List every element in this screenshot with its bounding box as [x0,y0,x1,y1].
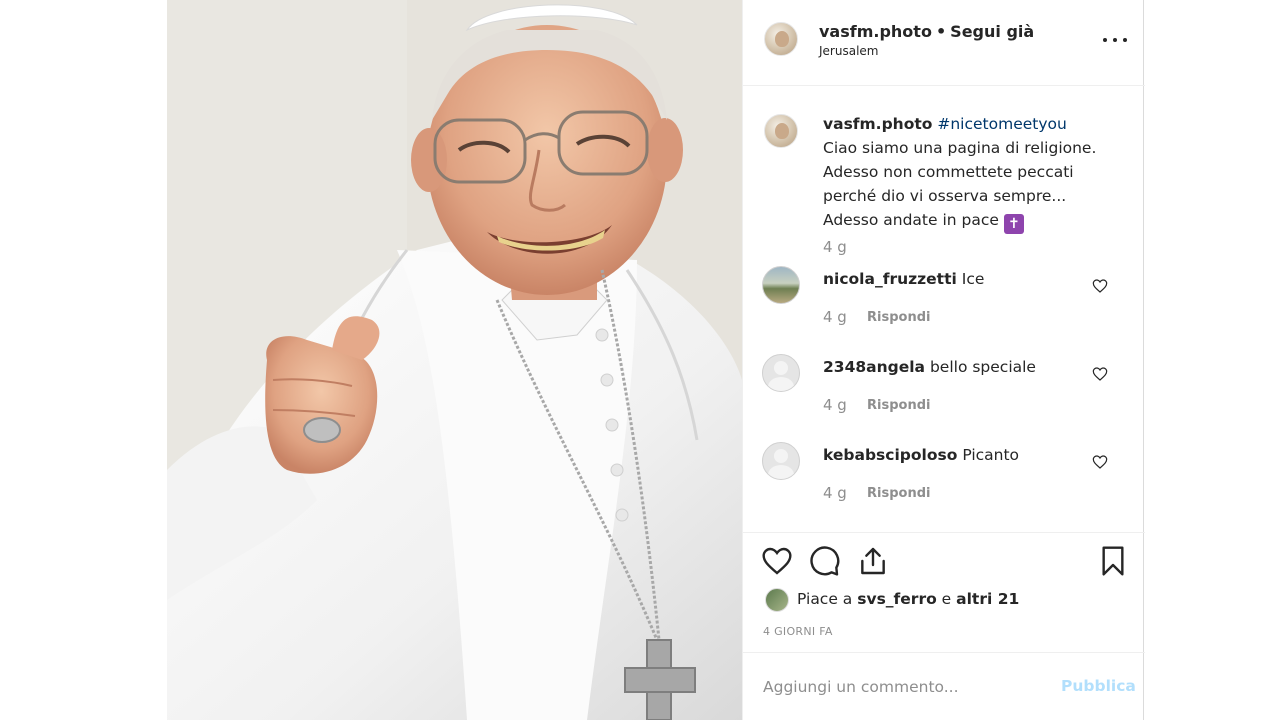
caption-avatar[interactable] [764,114,798,148]
follow-status-button[interactable]: Segui già [950,22,1034,41]
reply-button[interactable]: Rispondi [867,310,930,325]
comment-text: Ice [961,270,985,288]
commenter-avatar[interactable] [762,266,800,304]
comment-time: 4 g [823,308,847,326]
author-username[interactable]: vasfm.photo [819,22,932,41]
comment-item: nicola_fruzzetti Ice 4 g Rispondi [743,266,1145,346]
more-options-icon[interactable] [1101,30,1129,50]
likes-conjunction: e [941,590,952,608]
comment-item: kebabscipoloso Picanto 4 g Rispondi [743,442,1145,522]
comment-icon[interactable] [809,545,841,577]
comment-username[interactable]: 2348angela [823,358,925,376]
comment-text-line: kebabscipoloso Picanto [823,446,1019,464]
publish-button[interactable]: Pubblica [1061,677,1136,695]
comment-text-line: nicola_fruzzetti Ice [823,270,984,288]
post-date: 4 GIORNI FA [763,625,833,638]
likes-text: Piace a svs_ferro e altri 21 [797,590,1019,608]
likes-prefix: Piace a [797,590,853,608]
share-icon[interactable] [857,545,889,577]
post-side-panel: vasfm.photo • Segui già Jerusalem vasfm.ph… [742,0,1145,720]
author-avatar[interactable] [764,22,798,56]
liker-username[interactable]: svs_ferro [857,590,937,608]
comment-text-line: 2348angela bello speciale [823,358,1036,376]
comment-username[interactable]: kebabscipoloso [823,446,957,464]
caption-text: Ciao siamo una pagina di religione. Ades… [823,139,1097,229]
heart-icon[interactable] [761,545,793,577]
reply-button[interactable]: Rispondi [867,398,930,413]
post-actions: Piace a svs_ferro e altri 21 4 GIORNI FA [743,532,1145,672]
comment-text: Picanto [962,446,1020,464]
reply-button[interactable]: Rispondi [867,486,930,501]
liker-avatar[interactable] [765,588,789,612]
likes-others-link[interactable]: altri 21 [956,590,1019,608]
comment-like-heart-icon[interactable] [1092,278,1108,294]
comment-username[interactable]: nicola_fruzzetti [823,270,957,288]
pope-photo-illustration [167,0,742,720]
caption-username[interactable]: vasfm.photo [823,115,932,133]
comment-time: 4 g [823,396,847,414]
comment-like-heart-icon[interactable] [1092,454,1108,470]
separator-dot: • [935,22,947,41]
post-caption: vasfm.photo #nicetomeetyou Ciao siamo un… [823,112,1123,234]
latin-cross-emoji-icon: ✝ [1003,214,1024,234]
author-line: vasfm.photo • Segui già [819,22,1034,41]
commenter-avatar[interactable] [762,442,800,480]
commenter-avatar[interactable] [762,354,800,392]
post-photo[interactable] [167,0,742,720]
comment-time: 4 g [823,484,847,502]
comment-like-heart-icon[interactable] [1092,366,1108,382]
comment-item: 2348angela bello speciale 4 g Rispondi [743,354,1145,434]
caption-time: 4 g [823,238,847,256]
comment-text: bello speciale [929,358,1036,376]
post-location[interactable]: Jerusalem [819,44,878,58]
caption-hashtag[interactable]: #nicetomeetyou [937,115,1066,133]
add-comment-input[interactable] [763,673,1043,701]
post-header: vasfm.photo • Segui già Jerusalem [743,0,1145,86]
bookmark-icon[interactable] [1097,545,1129,577]
add-comment-box: Pubblica [743,652,1145,720]
